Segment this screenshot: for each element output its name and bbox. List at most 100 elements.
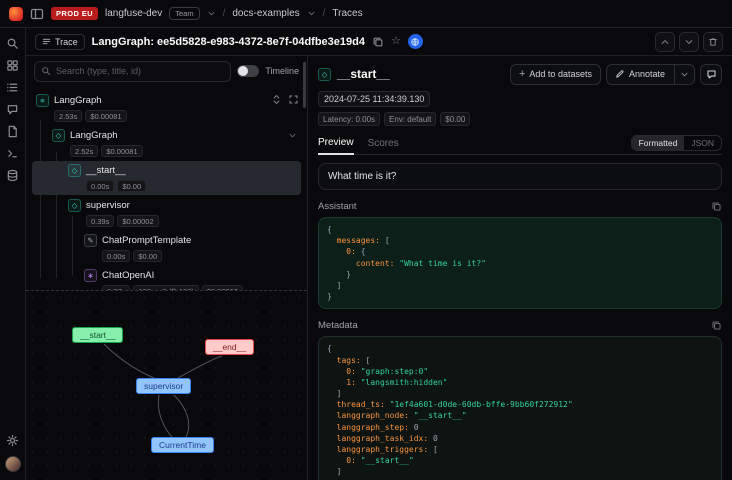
tree-search <box>34 61 231 82</box>
breadcrumb-org[interactable]: langfuse-dev <box>105 8 162 19</box>
observation-title: __start__ <box>337 67 390 81</box>
agent-graph: __start__ __end__ supervisor CurrentTime <box>26 291 307 480</box>
graph-node-start[interactable]: __start__ <box>72 327 123 343</box>
tree-search-input[interactable] <box>56 66 224 76</box>
latency-badge: 2.52s <box>70 145 98 157</box>
top-bar: PROD EU langfuse-dev Team / docs-example… <box>0 0 732 28</box>
metadata-json: { tags: [ 0: "graph:step:0" 1: "langsmit… <box>318 336 722 480</box>
plus-icon: + <box>519 69 525 80</box>
span-type-icon: ◇ <box>68 164 81 177</box>
breadcrumb-project[interactable]: docs-examples <box>232 8 299 19</box>
datasets-icon[interactable] <box>6 169 19 182</box>
trace-type-icon: ≡ <box>36 94 49 107</box>
app-root: PROD EU langfuse-dev Team / docs-example… <box>0 0 732 480</box>
span-type-icon: ◇ <box>68 199 81 212</box>
chevron-down-icon[interactable] <box>307 9 316 18</box>
tree-node[interactable]: ◇ LangGraph 2.52s$0.00081 <box>32 126 301 160</box>
chevron-down-icon[interactable] <box>207 9 216 18</box>
public-share-icon[interactable] <box>408 34 423 49</box>
star-icon[interactable]: ☆ <box>391 36 401 47</box>
prompt-type-icon: ✎ <box>84 234 97 247</box>
format-toggle: Formatted JSON <box>631 135 722 151</box>
breadcrumb-separator: / <box>223 8 226 19</box>
tree-node-label: ChatOpenAI <box>102 270 154 281</box>
latency-badge: 0.37s <box>102 285 130 290</box>
prompts-icon[interactable] <box>6 125 19 138</box>
next-trace-button[interactable] <box>679 32 699 52</box>
timeline-toggle[interactable] <box>237 65 259 77</box>
cost-badge: $0.00 <box>117 180 146 192</box>
generation-type-icon: ∗ <box>84 269 97 282</box>
metadata-section-label: Metadata <box>318 320 358 331</box>
assistant-output-json: { messages: [ 0: { content: "What time i… <box>318 217 722 309</box>
add-to-datasets-button[interactable]: + Add to datasets <box>510 64 601 85</box>
input-content: What time is it? <box>318 163 722 190</box>
sidebar-toggle-icon[interactable] <box>30 7 44 21</box>
tree-node-label: LangGraph <box>54 95 102 106</box>
tree-node-label: LangGraph <box>70 130 118 141</box>
cost-badge: $0.00002 <box>117 215 158 227</box>
detail-tabs: Preview Scores Formatted JSON <box>318 133 722 155</box>
annotate-dropdown-chevron-icon[interactable] <box>674 65 694 84</box>
comments-button[interactable] <box>700 64 722 85</box>
graph-node-currenttime[interactable]: CurrentTime <box>151 437 214 453</box>
search-icon[interactable] <box>6 37 19 50</box>
playground-icon[interactable] <box>6 147 19 160</box>
observation-tree: ≡LangGraph 2.53s$0.00081 ◇LangGraph 2.52… <box>26 86 307 290</box>
list-icon <box>42 37 51 46</box>
format-formatted-option[interactable]: Formatted <box>632 136 685 150</box>
tab-preview[interactable]: Preview <box>318 137 354 155</box>
tab-scores[interactable]: Scores <box>368 138 399 154</box>
copy-metadata-icon[interactable] <box>711 320 722 331</box>
trace-tree-panel: Timeline <box>26 56 308 480</box>
assistant-section-label: Assistant <box>318 201 357 212</box>
sessions-icon[interactable] <box>6 103 19 116</box>
prev-trace-button[interactable] <box>655 32 675 52</box>
tree-node-label: ChatPromptTemplate <box>102 235 191 246</box>
timestamp-badge: 2024-07-25 11:34:39.130 <box>318 91 430 107</box>
timeline-toggle-label: Timeline <box>265 66 299 76</box>
trace-title: LangGraph: ee5d5828-e983-4372-8e7f-04dfb… <box>92 36 365 48</box>
tree-node-label: supervisor <box>86 200 130 211</box>
latency-badge: 0.00s <box>102 250 130 262</box>
environment-badge: PROD EU <box>51 7 98 20</box>
cost-badge: $0.00002 <box>202 285 243 290</box>
org-plan-badge: Team <box>169 7 199 20</box>
cost-badge: $0.00 <box>440 112 470 126</box>
span-type-icon: ◇ <box>52 129 65 142</box>
user-avatar[interactable] <box>5 456 21 472</box>
latency-badge: 0.39s <box>86 215 114 227</box>
comment-icon <box>706 69 717 80</box>
observation-detail-panel: ◇ __start__ + Add to datasets Annotate <box>308 56 732 480</box>
cost-badge: $0.00081 <box>85 110 126 122</box>
nav-rail <box>0 28 26 480</box>
annotate-button[interactable]: Annotate <box>606 64 695 85</box>
latency-badge: 0.00s <box>86 180 114 192</box>
trace-title-bar: Trace LangGraph: ee5d5828-e983-4372-8e7f… <box>26 28 732 56</box>
env-badge: Env: default <box>384 112 436 126</box>
tree-node-selected[interactable]: ◇ __start__ 0.00s$0.00 <box>32 161 301 195</box>
settings-gear-icon[interactable] <box>6 434 19 447</box>
dashboard-icon[interactable] <box>6 59 19 72</box>
cost-badge: $0.00081 <box>101 145 142 157</box>
graph-node-end[interactable]: __end__ <box>205 339 254 355</box>
tree-node[interactable]: ◇ supervisor 0.39s$0.00002 <box>32 196 301 230</box>
search-icon <box>41 66 51 76</box>
chevron-down-icon[interactable] <box>288 131 297 140</box>
langfuse-logo-icon[interactable] <box>9 7 23 21</box>
copy-trace-id-icon[interactable] <box>372 36 384 48</box>
tree-node-label: __start__ <box>86 165 126 176</box>
copy-assistant-icon[interactable] <box>711 201 722 212</box>
breadcrumb-section[interactable]: Traces <box>332 8 362 19</box>
tree-node[interactable]: ∗ ChatOpenAI 0.37s186 → 6 (∑ 192) $0.00002 <box>32 266 301 290</box>
trace-type-badge: Trace <box>35 34 85 50</box>
tree-node[interactable]: ≡LangGraph 2.53s$0.00081 <box>32 91 301 125</box>
graph-node-supervisor[interactable]: supervisor <box>136 378 191 394</box>
cost-badge: $0.00 <box>133 250 162 262</box>
delete-trace-button[interactable] <box>703 32 723 52</box>
tree-node[interactable]: ✎ ChatPromptTemplate 0.00s$0.00 <box>32 231 301 265</box>
tokens-badge: 186 → 6 (∑ 192) <box>133 285 198 290</box>
format-json-option[interactable]: JSON <box>684 136 721 150</box>
latency-badge: Latency: 0.00s <box>318 112 380 126</box>
tracing-icon[interactable] <box>6 81 19 94</box>
